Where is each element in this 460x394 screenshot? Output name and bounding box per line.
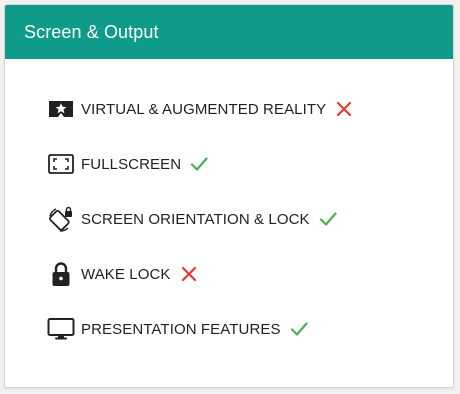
- monitor-icon: [47, 316, 75, 342]
- feature-item-fullscreen: FULLSCREEN: [47, 151, 209, 177]
- screen-output-card: Screen & Output VIRTUAL & AUGMENTED REAL…: [4, 4, 454, 388]
- vr-star-icon: [47, 96, 75, 122]
- supported-check-icon: [289, 319, 309, 339]
- feature-item-virtual-augmented-reality: VIRTUAL & AUGMENTED REALITY: [47, 96, 354, 122]
- feature-item-wake-lock: WAKE LOCK: [47, 261, 199, 287]
- card-header: Screen & Output: [5, 5, 453, 59]
- feature-label: WAKE LOCK: [81, 265, 171, 283]
- feature-label: PRESENTATION FEATURES: [81, 320, 281, 338]
- feature-label: VIRTUAL & AUGMENTED REALITY: [81, 100, 327, 118]
- feature-item-screen-orientation-lock: SCREEN ORIENTATION & LOCK: [47, 206, 338, 232]
- supported-check-icon: [318, 209, 338, 229]
- feature-item-presentation-features: PRESENTATION FEATURES: [47, 316, 309, 342]
- fullscreen-icon: [47, 151, 75, 177]
- supported-check-icon: [189, 154, 209, 174]
- feature-label: SCREEN ORIENTATION & LOCK: [81, 210, 310, 228]
- feature-label: FULLSCREEN: [81, 155, 182, 173]
- card-title: Screen & Output: [24, 21, 159, 42]
- unsupported-x-icon: [334, 99, 354, 119]
- unsupported-x-icon: [179, 264, 199, 284]
- screen-rotation-lock-icon: [47, 206, 75, 232]
- padlock-icon: [47, 261, 75, 287]
